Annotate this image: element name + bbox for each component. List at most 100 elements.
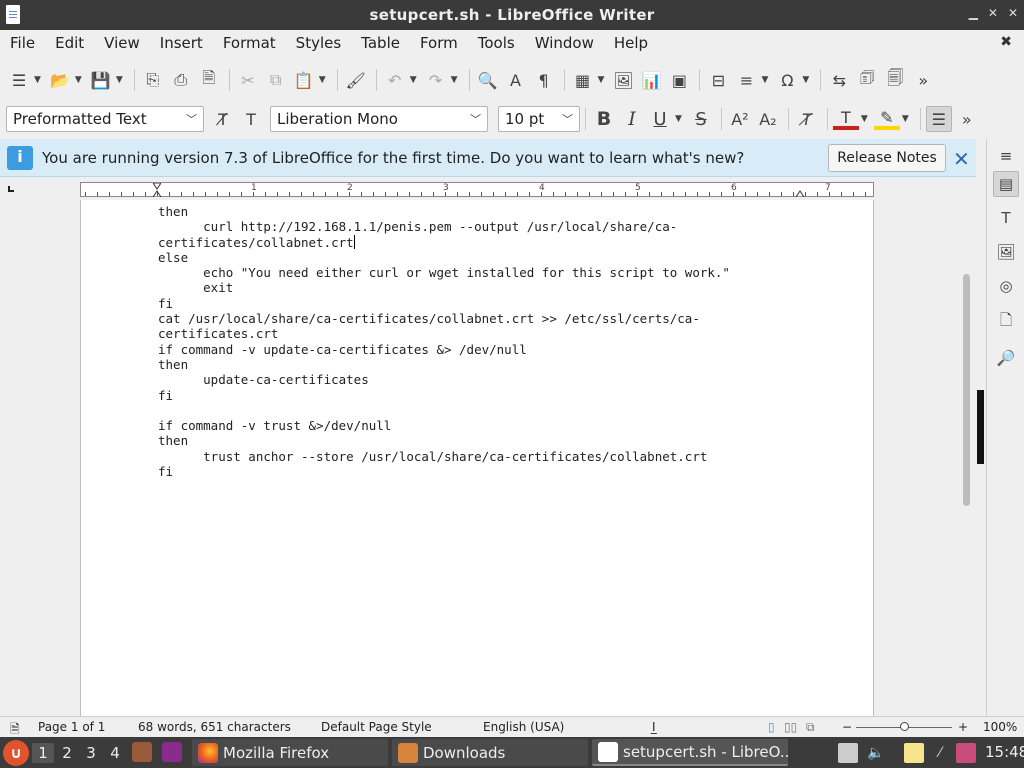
- insert-field-icon[interactable]: ≡: [733, 67, 759, 93]
- workspace-3[interactable]: 3: [80, 743, 102, 763]
- document-line[interactable]: exit: [158, 280, 730, 295]
- vertical-scrollbar[interactable]: [960, 180, 974, 716]
- multi-page-view-icon[interactable]: ▯▯: [784, 720, 797, 734]
- insert-comment-icon[interactable]: 🗐: [882, 67, 908, 93]
- document-line[interactable]: if command -v update-ca-certificates &> …: [158, 342, 730, 357]
- right-indent-marker[interactable]: [795, 183, 805, 198]
- find-replace-icon[interactable]: 🔍: [475, 67, 501, 93]
- font-color-dropdown-icon[interactable]: ▼: [861, 114, 868, 124]
- page-style[interactable]: Default Page Style: [321, 720, 432, 734]
- new-style-icon[interactable]: T: [238, 106, 264, 132]
- document-line[interactable]: then: [158, 204, 730, 219]
- close-window-icon[interactable]: ✕: [1008, 6, 1018, 20]
- document-line[interactable]: certificates/collabnet.crt: [158, 234, 730, 250]
- insert-footnote-icon[interactable]: 🗊: [854, 67, 880, 93]
- undo-dropdown-icon[interactable]: ▼: [410, 75, 417, 85]
- page-count[interactable]: Page 1 of 1: [38, 720, 105, 734]
- open-folder-icon[interactable]: 📂: [47, 67, 73, 93]
- menu-insert[interactable]: Insert: [150, 34, 213, 52]
- scrollbar-thumb[interactable]: [963, 274, 970, 506]
- paste-dropdown-icon[interactable]: ▼: [319, 75, 326, 85]
- print-icon[interactable]: ⎙: [168, 67, 194, 93]
- release-notes-button[interactable]: Release Notes: [828, 144, 946, 172]
- toolbar-overflow-icon[interactable]: »: [910, 67, 936, 93]
- strikethrough-icon[interactable]: S: [688, 106, 714, 132]
- language[interactable]: English (USA): [483, 720, 564, 734]
- document-line[interactable]: fi: [158, 388, 730, 403]
- menu-table[interactable]: Table: [351, 34, 410, 52]
- insert-textbox-icon[interactable]: ▣: [666, 67, 692, 93]
- page-icon[interactable]: 🗋: [993, 309, 1019, 335]
- insert-hyperlink-icon[interactable]: ⇆: [826, 67, 852, 93]
- insert-table-icon[interactable]: ▦: [570, 67, 596, 93]
- insert-chart-icon[interactable]: 📊: [638, 67, 664, 93]
- style-inspector-icon[interactable]: 🔎: [993, 345, 1019, 371]
- font-color-icon[interactable]: T: [832, 108, 859, 130]
- table-dropdown-icon[interactable]: ▼: [598, 75, 605, 85]
- workspace-1[interactable]: 1: [32, 743, 54, 763]
- export-pdf-icon[interactable]: ⎘: [140, 67, 166, 93]
- font-name-combo[interactable]: Liberation Mono ﹀: [270, 106, 488, 132]
- clone-formatting-icon[interactable]: 🖌: [343, 67, 369, 93]
- print-preview-icon[interactable]: 🗎: [196, 67, 222, 93]
- file-cabinet-icon[interactable]: [132, 742, 152, 762]
- font-size-combo[interactable]: 10 pt ﹀: [498, 106, 580, 132]
- copy-icon[interactable]: ⧉: [263, 67, 289, 93]
- new-dropdown-icon[interactable]: ▼: [34, 75, 41, 85]
- field-dropdown-icon[interactable]: ▼: [761, 75, 768, 85]
- gallery-icon[interactable]: 🖼: [993, 239, 1019, 265]
- document-line[interactable]: [158, 403, 730, 418]
- task-writer[interactable]: setupcert.sh - LibreO...: [592, 739, 788, 766]
- horizontal-ruler[interactable]: 1 2 3 4 5 6 7: [80, 182, 874, 198]
- display-icon[interactable]: [956, 743, 976, 763]
- clipboard-icon[interactable]: [904, 743, 924, 763]
- formatting-marks-icon[interactable]: ¶: [531, 67, 557, 93]
- redo-icon[interactable]: ↷: [423, 67, 449, 93]
- workspace-4[interactable]: 4: [104, 743, 126, 763]
- document-line[interactable]: curl http://192.168.1.1/penis.pem --outp…: [158, 219, 730, 234]
- clear-formatting-icon[interactable]: T̸: [794, 106, 820, 132]
- document-line[interactable]: fi: [158, 296, 730, 311]
- menu-help[interactable]: Help: [604, 34, 658, 52]
- bold-icon[interactable]: B: [591, 106, 617, 132]
- document-line[interactable]: then: [158, 433, 730, 448]
- zoom-out-icon[interactable]: −: [842, 720, 852, 734]
- toolbar-overflow-icon[interactable]: »: [954, 106, 980, 132]
- new-document-icon[interactable]: ☰: [6, 67, 32, 93]
- superscript-icon[interactable]: A²: [727, 106, 753, 132]
- single-page-view-icon[interactable]: ▯: [768, 720, 775, 734]
- word-count[interactable]: 68 words, 651 characters: [138, 720, 291, 734]
- special-char-dropdown-icon[interactable]: ▼: [802, 75, 809, 85]
- save-dropdown-icon[interactable]: ▼: [116, 75, 123, 85]
- menu-form[interactable]: Form: [410, 34, 468, 52]
- document-line[interactable]: certificates.crt: [158, 326, 730, 341]
- menu-edit[interactable]: Edit: [45, 34, 94, 52]
- notes-tray-icon[interactable]: [838, 743, 858, 763]
- insert-page-break-icon[interactable]: ⊟: [705, 67, 731, 93]
- close-infobar-icon[interactable]: ✕: [953, 147, 970, 171]
- document-text[interactable]: then curl http://192.168.1.1/penis.pem -…: [158, 204, 730, 479]
- insert-image-icon[interactable]: 🖼: [610, 67, 636, 93]
- subscript-icon[interactable]: A₂: [755, 106, 781, 132]
- document-line[interactable]: update-ca-certificates: [158, 372, 730, 387]
- highlight-dropdown-icon[interactable]: ▼: [902, 114, 909, 124]
- insert-mode-icon[interactable]: I̲: [652, 720, 656, 734]
- document-line[interactable]: trust anchor --store /usr/local/share/ca…: [158, 449, 730, 464]
- document-page[interactable]: then curl http://192.168.1.1/penis.pem -…: [80, 200, 874, 716]
- task-firefox[interactable]: Mozilla Firefox: [192, 739, 388, 766]
- menu-tools[interactable]: Tools: [468, 34, 525, 52]
- redo-dropdown-icon[interactable]: ▼: [451, 75, 458, 85]
- document-line[interactable]: if command -v trust &>/dev/null: [158, 418, 730, 433]
- paste-icon[interactable]: 📋: [291, 67, 317, 93]
- underline-dropdown-icon[interactable]: ▼: [675, 114, 682, 124]
- document-line[interactable]: then: [158, 357, 730, 372]
- restore-icon[interactable]: ✕: [988, 6, 998, 20]
- undo-icon[interactable]: ↶: [382, 67, 408, 93]
- document-line[interactable]: echo "You need either curl or wget insta…: [158, 265, 730, 280]
- menu-view[interactable]: View: [94, 34, 150, 52]
- properties-icon[interactable]: ▤: [993, 171, 1019, 197]
- underline-icon[interactable]: U: [647, 106, 673, 132]
- sidebar-collapse-handle[interactable]: [977, 390, 984, 464]
- document-line[interactable]: cat /usr/local/share/ca-certificates/col…: [158, 311, 730, 326]
- book-view-icon[interactable]: ⧉: [806, 720, 815, 735]
